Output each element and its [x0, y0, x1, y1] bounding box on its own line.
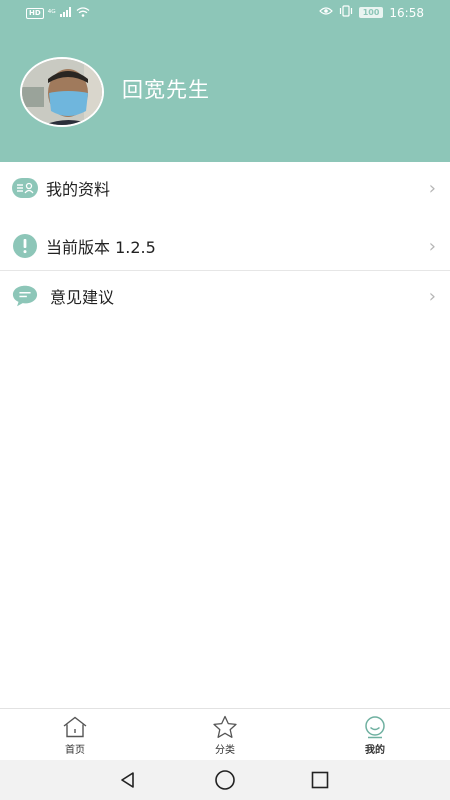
vibrate-icon [339, 5, 353, 20]
bottom-tab-bar: 首页 分类 我的 [0, 708, 450, 760]
signal-icon [59, 7, 72, 20]
username: 回宽先生 [122, 78, 210, 102]
tab-home[interactable]: 首页 [35, 709, 115, 761]
network-label: ⁴ᴳ [47, 8, 56, 19]
battery-indicator: 100 [358, 7, 384, 18]
menu-item-version[interactable]: 当前版本 1.2.5 › [0, 221, 450, 271]
tab-label-home: 首页 [65, 745, 85, 756]
chevron-right-icon: › [428, 285, 436, 307]
wifi-icon [76, 7, 90, 20]
smiley-icon [362, 715, 388, 739]
menu-item-feedback[interactable]: 意见建议 › [0, 271, 450, 321]
home-circle-icon[interactable] [213, 768, 237, 792]
menu-label-profile: 我的资料 [46, 180, 111, 199]
recents-square-icon[interactable] [308, 768, 332, 792]
chevron-right-icon: › [428, 177, 436, 199]
chat-bubble-icon [12, 285, 38, 307]
eye-icon [318, 6, 333, 19]
menu-item-profile[interactable]: 我的资料 › [0, 163, 450, 213]
tab-mine[interactable]: 我的 [335, 709, 415, 761]
profile-list-icon [12, 177, 38, 199]
menu-label-feedback: 意见建议 [50, 288, 115, 307]
tab-label-mine: 我的 [365, 745, 385, 756]
system-nav-bar [0, 760, 450, 800]
tab-label-category: 分类 [215, 745, 235, 756]
chevron-right-icon: › [428, 235, 436, 257]
star-icon [212, 715, 238, 739]
menu-label-version: 当前版本 1.2.5 [46, 238, 156, 257]
home-icon [62, 715, 88, 739]
status-bar: HD ⁴ᴳ 100 16:58 [0, 0, 450, 26]
avatar[interactable] [20, 57, 104, 127]
clock: 16:58 [389, 5, 424, 20]
profile-header: HD ⁴ᴳ 100 16:58 回宽先生 [0, 0, 450, 162]
back-icon[interactable] [116, 768, 140, 792]
tab-category[interactable]: 分类 [185, 709, 265, 761]
hd-badge: HD [26, 8, 44, 19]
exclamation-circle-icon [12, 234, 38, 258]
